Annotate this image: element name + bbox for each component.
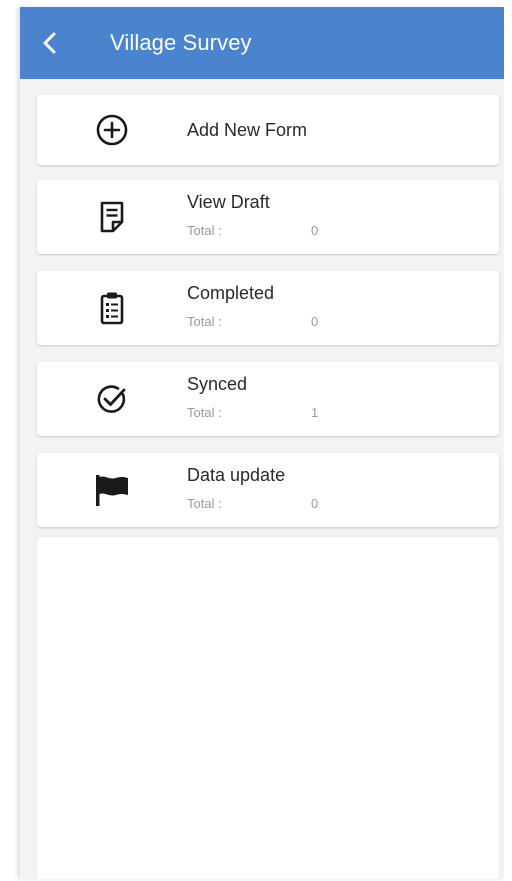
clipboard-icon bbox=[100, 292, 124, 325]
view-draft-item[interactable]: View Draft Total : 0 bbox=[37, 180, 499, 254]
completed-item[interactable]: Completed Total : 0 bbox=[37, 271, 499, 345]
total-row: Total : 0 bbox=[187, 223, 499, 238]
add-circle-icon bbox=[96, 114, 128, 146]
add-new-form-item[interactable]: Add New Form bbox=[37, 95, 499, 165]
back-button[interactable] bbox=[20, 7, 80, 79]
flag-icon bbox=[96, 475, 128, 506]
text-container: Synced Total : 1 bbox=[187, 374, 499, 420]
empty-content-area bbox=[37, 537, 499, 879]
synced-label: Synced bbox=[187, 373, 248, 394]
total-label: Total : bbox=[187, 222, 222, 238]
add-new-form-label: Add New Form bbox=[187, 120, 308, 140]
total-value: 0 bbox=[311, 313, 319, 329]
text-container: Add New Form bbox=[187, 119, 499, 141]
total-label: Total : bbox=[187, 404, 222, 420]
check-circle-icon bbox=[97, 385, 126, 413]
total-label: Total : bbox=[187, 495, 222, 511]
total-row: Total : 1 bbox=[187, 405, 499, 420]
total-label: Total : bbox=[187, 313, 222, 329]
text-container: Data update Total : 0 bbox=[187, 465, 499, 511]
icon-container bbox=[37, 113, 187, 147]
synced-item[interactable]: Synced Total : 1 bbox=[37, 362, 499, 436]
view-draft-label: View Draft bbox=[187, 191, 270, 212]
icon-container bbox=[37, 200, 187, 234]
app-screen: Village Survey Add New Form View Draft T… bbox=[20, 7, 504, 879]
app-bar: Village Survey bbox=[20, 7, 504, 79]
draft-document-icon bbox=[100, 201, 124, 233]
total-value: 0 bbox=[311, 222, 319, 238]
data-update-label: Data update bbox=[187, 464, 286, 485]
total-value: 0 bbox=[311, 495, 319, 511]
page-title: Village Survey bbox=[110, 30, 252, 55]
menu-list: Add New Form View Draft Total : 0 Comple… bbox=[37, 95, 499, 544]
text-container: Completed Total : 0 bbox=[187, 283, 499, 329]
total-row: Total : 0 bbox=[187, 314, 499, 329]
icon-container bbox=[37, 472, 187, 508]
total-row: Total : 0 bbox=[187, 496, 499, 511]
data-update-item[interactable]: Data update Total : 0 bbox=[37, 453, 499, 527]
completed-label: Completed bbox=[187, 282, 275, 303]
text-container: View Draft Total : 0 bbox=[187, 192, 499, 238]
chevron-left-icon bbox=[43, 32, 56, 54]
icon-container bbox=[37, 382, 187, 416]
total-value: 1 bbox=[311, 404, 319, 420]
icon-container bbox=[37, 290, 187, 326]
